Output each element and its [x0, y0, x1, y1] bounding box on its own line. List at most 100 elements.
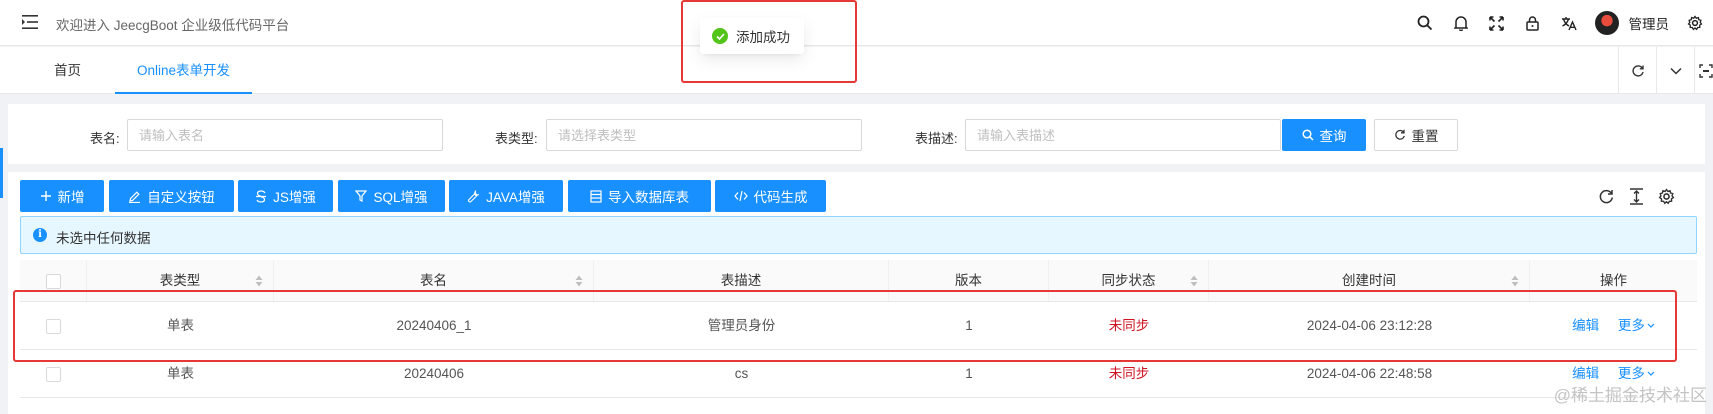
reload-icon[interactable] — [1594, 184, 1618, 208]
more-label: 更多 — [1617, 366, 1645, 381]
pen-icon — [129, 190, 141, 203]
cell-sync-status: 未同步 — [1108, 318, 1150, 333]
filter-icon — [355, 190, 368, 202]
username[interactable]: 管理员 — [1629, 13, 1670, 33]
table-type-label: 表类型: — [495, 131, 538, 146]
cell-name: 20240406 — [403, 366, 465, 381]
column-label: 表类型 — [159, 273, 201, 288]
translate-icon[interactable] — [1551, 0, 1587, 46]
add-button[interactable]: 新增 — [20, 180, 104, 212]
column-label: 表描述 — [720, 273, 762, 288]
refresh-tab-icon[interactable] — [1618, 47, 1656, 94]
cell-actions: 编辑 更多 — [1530, 302, 1697, 349]
chevron-down-icon[interactable] — [1656, 47, 1694, 94]
tab-label: Online表单开发 — [137, 63, 231, 78]
table-icon — [590, 189, 602, 203]
code-gen-label: 代码生成 — [753, 190, 808, 205]
row-checkbox[interactable] — [46, 318, 61, 334]
column-header-sync[interactable]: 同步状态 — [1049, 260, 1209, 301]
cell-type: 单表 — [167, 366, 194, 381]
java-enhance-label: JAVA增强 — [486, 190, 545, 205]
toast-text: 添加成功 — [736, 30, 790, 45]
column-label: 操作 — [1600, 273, 1627, 288]
welcome-text: 欢迎进入 JeecgBoot 企业级低代码平台 — [56, 18, 290, 33]
table-name-label: 表名: — [90, 131, 120, 146]
watermark: @稀土掘金技术社区 — [1553, 386, 1707, 405]
cell-created: 2024-04-06 23:12:28 — [1306, 318, 1433, 333]
menu-collapse-icon[interactable] — [22, 15, 38, 29]
cell-desc: cs — [734, 366, 749, 381]
select-all-checkbox[interactable] — [45, 273, 61, 289]
avatar[interactable] — [1594, 11, 1619, 35]
table-desc-input[interactable] — [965, 119, 1281, 151]
table-name-input[interactable] — [127, 119, 443, 151]
maximize-icon[interactable] — [1694, 47, 1713, 94]
java-enhance-button[interactable]: JAVA增强 — [449, 180, 563, 212]
sort-icon — [575, 275, 583, 287]
reload-icon — [1394, 129, 1405, 140]
top-header: 欢迎进入 JeecgBoot 企业级低代码平台 管理员 — [0, 0, 1713, 46]
tabs-bar: 首页 Online表单开发 — [0, 47, 1713, 94]
js-enhance-button[interactable]: JS增强 — [238, 180, 333, 212]
tab-active-indicator — [115, 92, 253, 94]
tab-home[interactable]: 首页 — [54, 47, 81, 94]
table-row[interactable]: 单表 20240406 cs 1 未同步 2024-04-06 22:48:58… — [20, 350, 1697, 398]
column-settings-icon[interactable] — [1654, 184, 1678, 208]
import-db-table-button[interactable]: 导入数据库表 — [568, 180, 711, 212]
query-button[interactable]: 查询 — [1282, 119, 1366, 151]
edit-link[interactable]: 编辑 — [1572, 318, 1599, 333]
row-select-cell — [20, 302, 87, 349]
js-enhance-label: JS增强 — [273, 190, 316, 205]
sort-icon — [1511, 275, 1519, 287]
column-header-name[interactable]: 表名 — [274, 260, 594, 301]
sql-enhance-button[interactable]: SQL增强 — [338, 180, 445, 212]
column-header-desc: 表描述 — [594, 260, 889, 301]
reset-button-label: 重置 — [1411, 129, 1439, 144]
table-desc-label: 表描述: — [915, 131, 958, 146]
column-header-created[interactable]: 创建时间 — [1209, 260, 1530, 301]
lock-icon[interactable] — [1515, 0, 1551, 46]
sidebar-accent — [0, 148, 3, 198]
search-icon — [1301, 129, 1314, 141]
row-checkbox[interactable] — [46, 366, 61, 382]
add-button-label: 新增 — [57, 190, 85, 205]
cell-version: 1 — [965, 318, 973, 333]
table-type-select[interactable] — [546, 119, 862, 151]
row-select-cell — [20, 350, 87, 397]
sort-icon — [255, 275, 263, 287]
column-height-icon[interactable] — [1624, 184, 1648, 208]
search-icon[interactable] — [1407, 0, 1443, 46]
table-card: 新增 自定义按钮 JS增强 SQL增强 JAVA增强 导入数据库表 代码生成 i… — [8, 172, 1705, 414]
column-header-version: 版本 — [889, 260, 1049, 301]
custom-button-button[interactable]: 自定义按钮 — [109, 180, 234, 212]
custom-button-label: 自定义按钮 — [147, 190, 215, 205]
cell-sync-status: 未同步 — [1108, 366, 1150, 381]
reset-button[interactable]: 重置 — [1374, 119, 1458, 151]
chevron-down-icon — [1647, 372, 1655, 377]
select-all-cell — [20, 260, 87, 301]
bell-icon[interactable] — [1443, 0, 1479, 46]
more-dropdown[interactable]: 更多 — [1618, 318, 1655, 333]
fullscreen-icon[interactable] — [1479, 0, 1515, 46]
table-row[interactable]: 单表 20240406_1 管理员身份 1 未同步 2024-04-06 23:… — [20, 302, 1697, 350]
info-icon: i — [33, 228, 47, 242]
header-right-tools: 管理员 — [1407, 0, 1713, 46]
import-db-label: 导入数据库表 — [608, 190, 689, 205]
table-header: 表类型 表名 表描述 版本 同步状态 创建时间 操作 — [20, 260, 1697, 302]
edit-link[interactable]: 编辑 — [1572, 366, 1599, 381]
gear-icon[interactable] — [1677, 0, 1713, 46]
cell-version: 1 — [965, 366, 973, 381]
column-header-actions: 操作 — [1530, 260, 1697, 301]
column-label: 同步状态 — [1101, 273, 1156, 288]
column-header-type[interactable]: 表类型 — [87, 260, 274, 301]
code-icon — [733, 190, 748, 202]
more-label: 更多 — [1617, 318, 1645, 333]
tab-online-form[interactable]: Online表单开发 — [115, 47, 253, 94]
cell-desc: 管理员身份 — [707, 318, 776, 333]
sql-enhance-label: SQL增强 — [373, 190, 428, 205]
strikethrough-icon — [256, 189, 267, 203]
chevron-down-icon — [1647, 324, 1655, 329]
cell-type: 单表 — [167, 318, 194, 333]
more-dropdown[interactable]: 更多 — [1618, 366, 1655, 381]
code-generate-button[interactable]: 代码生成 — [715, 180, 826, 212]
